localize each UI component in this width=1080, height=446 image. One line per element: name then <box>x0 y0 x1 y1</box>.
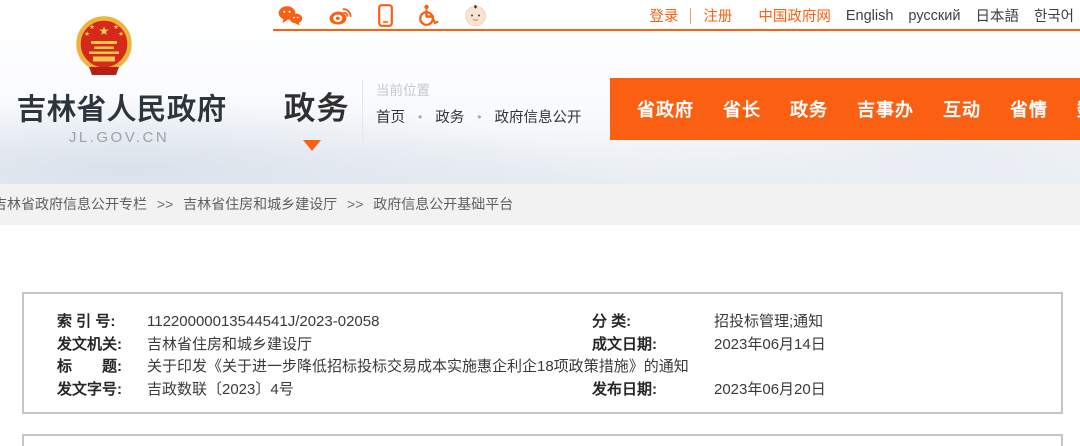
weibo-icon[interactable] <box>328 5 353 26</box>
site-domain: JL.GOV.CN <box>68 129 170 146</box>
title-value: 关于印发《关于进一步降低招标投标交易成本实施惠企利企18项政策措施》的通知 <box>147 358 689 375</box>
category-value: 招投标管理;通知 <box>714 313 824 330</box>
lang-japanese-link[interactable]: 日本語 <box>975 5 1019 26</box>
path-crumb-housing-dept[interactable]: 吉林省住房和城乡建设厅 <box>183 196 337 212</box>
wechat-icon[interactable] <box>278 5 303 26</box>
lang-korean-link[interactable]: 한국어 <box>1034 5 1074 26</box>
svg-text:★: ★ <box>118 31 124 38</box>
written-date-value: 2023年06月14日 <box>714 335 826 353</box>
section-caret-icon <box>303 140 321 151</box>
social-icons <box>278 3 487 27</box>
breadcrumb-separator: • <box>418 110 423 124</box>
breadcrumb-zhengwu[interactable]: 政务 <box>435 110 464 126</box>
vertical-divider <box>362 80 363 142</box>
path-crumb-disclosure-column[interactable]: 吉林省政府信息公开专栏 <box>0 196 147 212</box>
mobile-icon[interactable] <box>378 3 393 27</box>
title-label: 标 题: <box>57 358 122 375</box>
issuing-agency-label: 发文机关: <box>57 335 122 353</box>
path-bar: 吉林省政府信息公开专栏 >> 吉林省住房和城乡建设厅 >> 政府信息公开基础平台 <box>0 184 1080 225</box>
utility-topbar: 登录 注册 中国政府网 English русский 日本語 한국어 <box>0 0 1080 30</box>
breadcrumb-home[interactable]: 首页 <box>376 110 405 126</box>
elder-mode-icon[interactable] <box>464 4 487 27</box>
site-name[interactable]: 吉林省人民政府 <box>17 86 227 128</box>
index-number-value: 11220000013544541J/2023-02058 <box>147 313 380 330</box>
publish-date-value: 2023年06月20日 <box>714 380 826 398</box>
section-title: 政务 <box>284 91 350 126</box>
svg-text:★: ★ <box>99 24 110 38</box>
current-location-label: 当前位置 <box>376 83 430 98</box>
document-info-card: 索 引 号: 11220000013544541J/2023-02058 分 类… <box>22 292 1063 414</box>
login-link[interactable]: 登录 <box>649 5 678 26</box>
document-info-grid: 索 引 号: 11220000013544541J/2023-02058 分 类… <box>24 294 1061 401</box>
path-crumb-platform[interactable]: 政府信息公开基础平台 <box>373 196 513 212</box>
accessibility-icon[interactable] <box>418 4 439 27</box>
breadcrumb-separator: • <box>477 110 482 124</box>
path-separator: >> <box>347 196 364 212</box>
publish-date-label: 发布日期: <box>592 380 657 398</box>
nav-item-province-info[interactable]: 省情 <box>1010 96 1048 122</box>
nav-item-jishiban[interactable]: 吉事办 <box>857 96 914 122</box>
breadcrumb-info-disclosure[interactable]: 政府信息公开 <box>495 110 582 126</box>
issuing-agency-value: 吉林省住房和城乡建设厅 <box>147 335 313 353</box>
china-gov-link[interactable]: 中国政府网 <box>758 5 831 26</box>
category-label: 分 类: <box>592 313 632 330</box>
register-link[interactable]: 注册 <box>703 5 732 26</box>
login-register-divider <box>690 7 692 24</box>
topbar-links: 登录 注册 中国政府网 English русский 日本語 한국어 <box>649 5 1074 26</box>
lang-english-link[interactable]: English <box>846 8 894 24</box>
path-separator: >> <box>156 196 174 212</box>
svg-text:★: ★ <box>113 24 119 31</box>
nav-item-governor[interactable]: 省长 <box>723 96 761 122</box>
lang-russian-link[interactable]: русский <box>908 8 960 24</box>
index-number-label: 索 引 号: <box>57 313 116 330</box>
nav-item-interaction[interactable]: 互动 <box>943 96 981 122</box>
nav-item-zhengwu[interactable]: 政务 <box>790 96 828 122</box>
doc-number-label: 发文字号: <box>57 380 122 398</box>
content-card <box>22 434 1063 446</box>
main-nav: 省政府 省长 政务 吉事办 互动 省情 数据 <box>610 78 1080 140</box>
national-emblem[interactable]: ★ ★ ★ ★ ★ <box>74 14 134 85</box>
svg-text:★: ★ <box>89 24 95 31</box>
written-date-label: 成文日期: <box>592 335 657 353</box>
doc-number-value: 吉政数联〔2023〕4号 <box>147 380 294 398</box>
nav-item-provincial-gov[interactable]: 省政府 <box>637 96 694 122</box>
topbar-accent-line <box>273 29 1080 31</box>
page: 登录 注册 中国政府网 English русский 日本語 한국어 ★ ★ … <box>0 0 1080 446</box>
breadcrumb: 首页 • 政务 • 政府信息公开 <box>376 106 582 127</box>
svg-text:★: ★ <box>84 31 90 38</box>
